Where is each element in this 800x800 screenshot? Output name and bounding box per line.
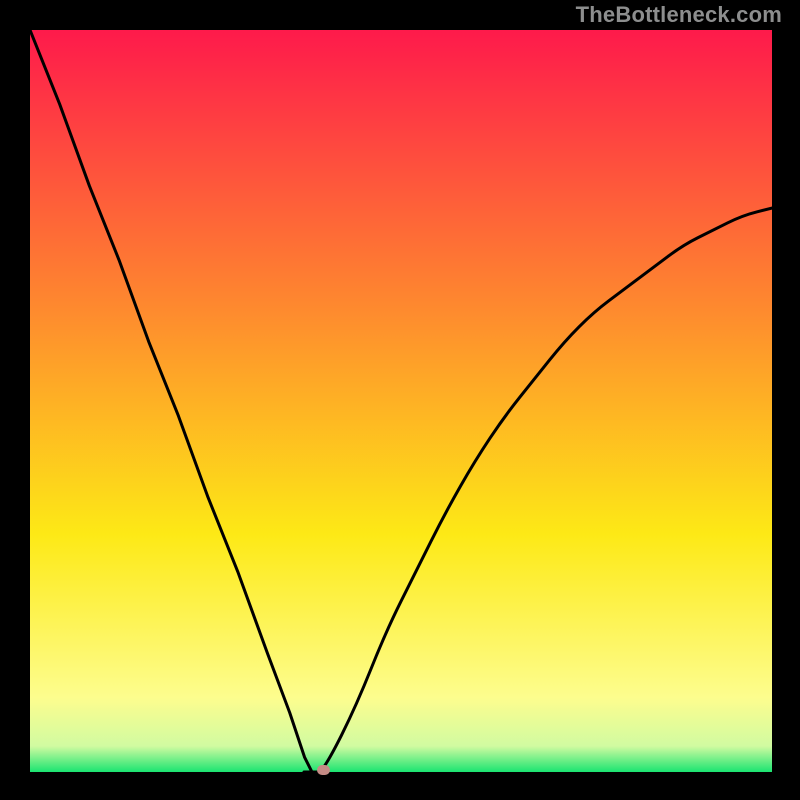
chart-frame: TheBottleneck.com [0,0,800,800]
gradient-background [30,30,772,772]
minimum-marker [317,765,330,775]
watermark-text: TheBottleneck.com [576,2,782,28]
bottleneck-chart [30,30,772,772]
